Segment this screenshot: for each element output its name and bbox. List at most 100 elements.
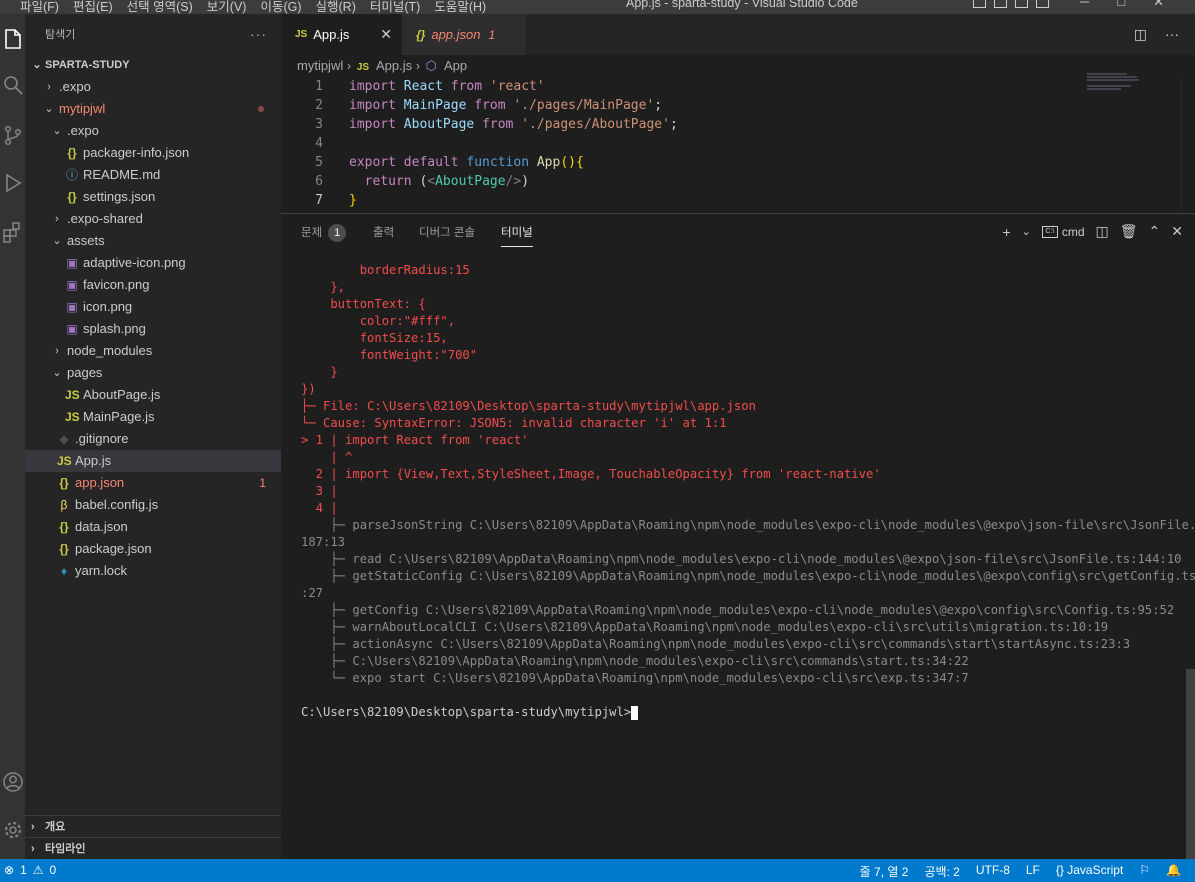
menu-file[interactable]: 파일(F)	[20, 0, 59, 14]
info-icon: ⓘ	[65, 168, 78, 182]
tree-file[interactable]: JS AboutPage.js	[25, 384, 281, 406]
terminal-output[interactable]: borderRadius:15 }, buttonText: { color:"…	[301, 262, 1195, 721]
tree-file[interactable]: JS MainPage.js	[25, 406, 281, 428]
tree-file[interactable]: ⓘ README.md	[25, 164, 281, 186]
chevron-right-icon: ›	[346, 58, 355, 73]
editor-scrollbar[interactable]	[1181, 77, 1195, 211]
code-token: './pages/MainPage'	[513, 98, 655, 113]
code-token: import	[349, 117, 404, 132]
breadcrumb-symbol[interactable]: App	[444, 58, 467, 73]
menu-go[interactable]: 이동(G)	[260, 0, 301, 14]
close-panel-icon[interactable]: ✕	[1171, 223, 1183, 240]
tree-file[interactable]: {} app.json 1	[25, 472, 281, 494]
account-icon[interactable]	[0, 771, 25, 801]
tab-terminal[interactable]: 터미널	[501, 224, 533, 247]
menu-help[interactable]: 도움말(H)	[434, 0, 486, 14]
terminal-cursor	[631, 705, 639, 720]
tree-folder[interactable]: ⌄ assets	[25, 230, 281, 252]
code-token: 'react'	[489, 79, 545, 94]
tree-folder[interactable]: › node_modules	[25, 340, 281, 362]
code-line: 6 return (<AboutPage/>)	[281, 172, 1195, 191]
menu-edit[interactable]: 편집(E)	[73, 0, 113, 14]
code-editor[interactable]: 1 import React from 'react' 2 import MainPa…	[281, 77, 1195, 211]
problems-status[interactable]: ⊗ 1 ⚠ 0	[4, 863, 56, 877]
chevron-down-icon[interactable]: ⌄	[1022, 225, 1031, 238]
trash-icon[interactable]: 🗑	[1120, 223, 1138, 240]
tree-file[interactable]: ▣ splash.png	[25, 318, 281, 340]
timeline-section[interactable]: › 타임라인	[25, 837, 281, 859]
outline-section[interactable]: › 개요	[25, 815, 281, 837]
tree-file[interactable]: {} data.json	[25, 516, 281, 538]
menu-run[interactable]: 실행(R)	[316, 0, 356, 14]
menu-view[interactable]: 보기(V)	[207, 0, 247, 14]
menu-selection[interactable]: 선택 영역(S)	[127, 0, 193, 14]
terminal-line: ├─ getStaticConfig C:\Users\82109\AppDat…	[301, 569, 1195, 583]
new-terminal-icon[interactable]: +	[1002, 224, 1010, 240]
toggle-sidebar-icon[interactable]	[973, 0, 986, 8]
toggle-panel-icon[interactable]	[994, 0, 1007, 8]
language-mode[interactable]: {} JavaScript	[1056, 863, 1123, 880]
tree-item-label: MainPage.js	[83, 409, 155, 424]
tree-item-label: App.js	[75, 453, 112, 468]
maximize-panel-icon[interactable]: ⌃	[1149, 223, 1161, 240]
gear-icon[interactable]	[0, 819, 25, 849]
split-editor-icon[interactable]: ◫	[1134, 26, 1147, 43]
minimap[interactable]	[1087, 72, 1147, 92]
encoding[interactable]: UTF-8	[976, 863, 1010, 880]
more-actions-icon[interactable]: ···	[250, 26, 267, 42]
menu-terminal[interactable]: 터미널(T)	[370, 0, 420, 14]
js-file-icon: JS	[295, 29, 308, 40]
toggle-secondary-sidebar-icon[interactable]	[1015, 0, 1028, 8]
feedback-icon[interactable]: ⚐	[1139, 863, 1150, 880]
minimize-icon[interactable]: ─	[1080, 0, 1089, 10]
terminal-prompt-text: C:\Users\82109\Desktop\sparta-study\myti…	[301, 705, 632, 719]
tree-file[interactable]: ♦ yarn.lock	[25, 560, 281, 582]
files-icon[interactable]	[0, 28, 25, 58]
breadcrumb-file[interactable]: App.js	[376, 58, 412, 73]
tree-file[interactable]: ▣ adaptive-icon.png	[25, 252, 281, 274]
tree-file[interactable]: β babel.config.js	[25, 494, 281, 516]
tree-folder[interactable]: › .expo-shared	[25, 208, 281, 230]
close-window-icon[interactable]: ✕	[1153, 0, 1164, 10]
breadcrumb-folder[interactable]: mytipjwl	[297, 58, 343, 73]
split-terminal-icon[interactable]: ◫	[1096, 223, 1109, 240]
more-actions-icon[interactable]: ···	[1165, 26, 1179, 43]
source-control-icon[interactable]	[0, 124, 25, 154]
window-title: App.js - sparta-study - Visual Studio Co…	[626, 0, 858, 10]
line-number: 3	[315, 117, 323, 132]
run-debug-icon[interactable]	[0, 172, 25, 202]
bell-icon[interactable]: 🔔	[1166, 863, 1181, 880]
terminal-scrollbar[interactable]	[1186, 669, 1195, 859]
tab-debug-console[interactable]: 디버그 콘솔	[419, 224, 475, 240]
terminal-selector[interactable]: C:\ cmd	[1041, 225, 1085, 239]
tree-file[interactable]: {} packager-info.json	[25, 142, 281, 164]
warning-count: 0	[49, 863, 57, 877]
cursor-position[interactable]: 줄 7, 열 2	[860, 863, 909, 880]
code-line: 5 export default function App(){	[281, 153, 1195, 172]
extensions-icon[interactable]	[0, 221, 25, 251]
workspace-root[interactable]: ⌄ SPARTA-STUDY	[25, 54, 281, 76]
tree-file[interactable]: ▣ icon.png	[25, 296, 281, 318]
maximize-icon[interactable]: □	[1117, 0, 1125, 10]
tree-folder[interactable]: ⌄ pages	[25, 362, 281, 384]
tree-file[interactable]: JS App.js	[25, 450, 281, 472]
close-icon[interactable]: ✕	[380, 26, 392, 43]
end-of-line[interactable]: LF	[1026, 863, 1040, 880]
search-icon[interactable]	[0, 74, 25, 104]
tree-file[interactable]: {} package.json	[25, 538, 281, 560]
tree-file[interactable]: {} settings.json	[25, 186, 281, 208]
tree-folder[interactable]: ⌄ mytipjwl	[25, 98, 281, 120]
tree-item-label: yarn.lock	[75, 563, 128, 578]
tree-folder[interactable]: › .expo	[25, 76, 281, 98]
tree-folder[interactable]: ⌄ .expo	[25, 120, 281, 142]
tree-file[interactable]: ◆ .gitignore	[25, 428, 281, 450]
tab-app-js[interactable]: JS App.js ✕	[281, 14, 402, 55]
tab-problems[interactable]: 문제 1	[301, 224, 347, 242]
customize-layout-icon[interactable]	[1036, 0, 1049, 8]
code-token: './pages/AboutPage'	[521, 117, 670, 132]
indentation[interactable]: 공백: 2	[924, 863, 959, 880]
tab-output[interactable]: 출력	[373, 224, 394, 240]
terminal-line: ├─ getConfig C:\Users\82109\AppData\Roam…	[301, 603, 1175, 617]
tab-app-json[interactable]: {} app.json 1	[402, 14, 526, 55]
tree-file[interactable]: ▣ favicon.png	[25, 274, 281, 296]
